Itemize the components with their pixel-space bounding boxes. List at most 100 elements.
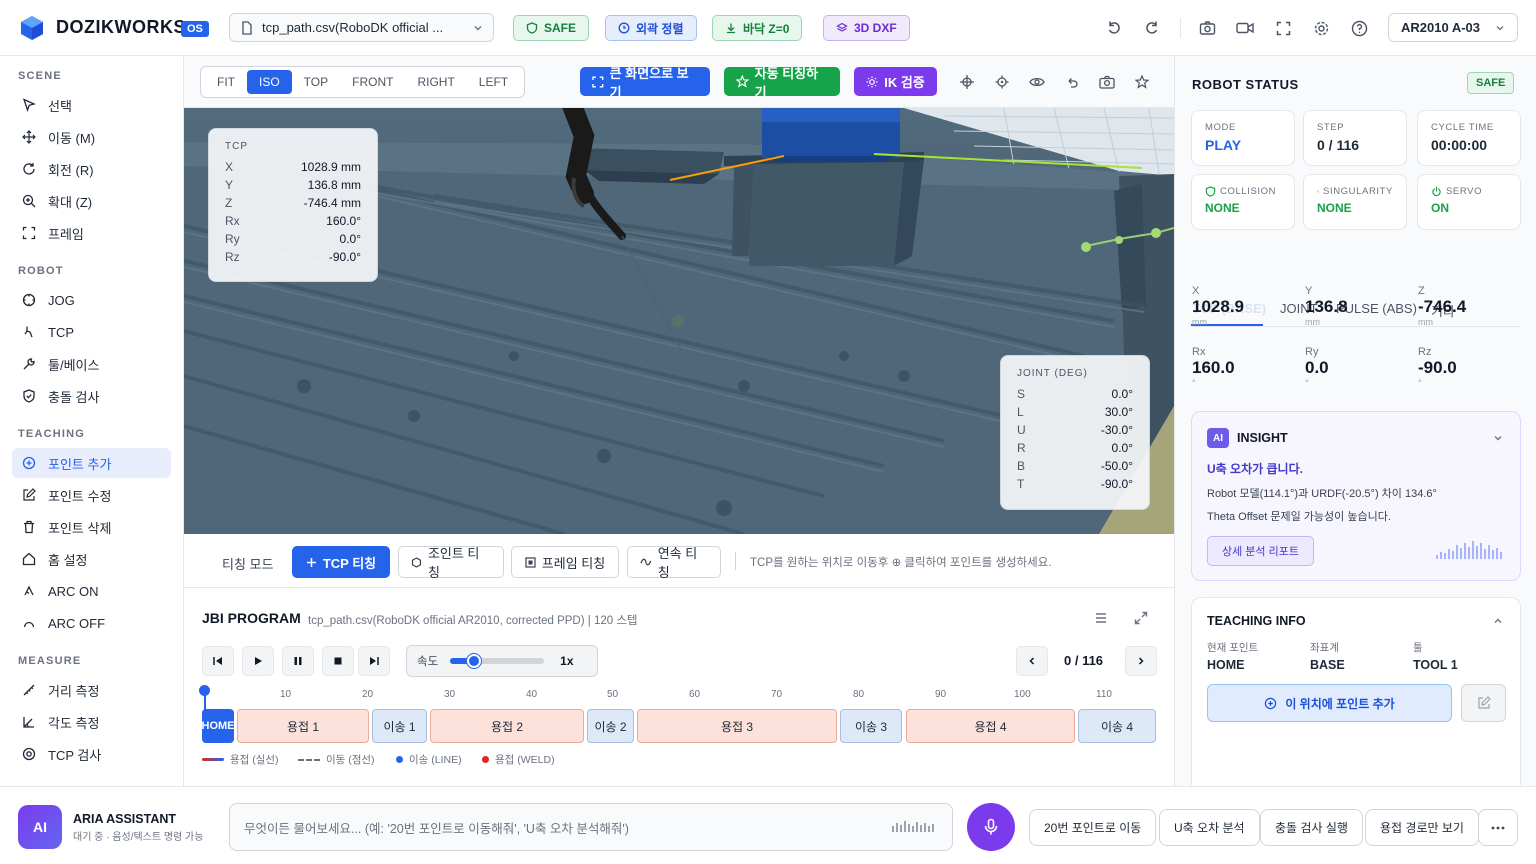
sidebar-item-tcp[interactable]: TCP	[12, 317, 171, 347]
sidebar-item-delete-point[interactable]: 포인트 삭제	[12, 512, 171, 542]
legend-label: 이송 (LINE)	[409, 754, 462, 766]
floor-z-pill[interactable]: 바닥 Z=0	[712, 15, 803, 41]
detail-report-button[interactable]: 상세 분석 리포트	[1207, 536, 1314, 566]
next-step-button[interactable]	[1125, 646, 1157, 676]
sidebar-item-arc-on[interactable]: ARC ON	[12, 576, 171, 606]
program-menu-button[interactable]	[1086, 603, 1116, 633]
play-button[interactable]	[242, 646, 274, 676]
assistant-input[interactable]: 무엇이든 물어보세요... (예: '20번 포인트로 이동해줘', 'U축 오…	[229, 803, 953, 851]
timeline-cursor[interactable]	[199, 685, 210, 696]
quick-action-u-axis-analysis[interactable]: U축 오차 분석	[1159, 809, 1260, 846]
target-tool-button[interactable]	[987, 67, 1017, 97]
prev-step-button[interactable]	[1016, 646, 1048, 676]
tcp-teach-button[interactable]: TCP 티칭	[292, 546, 390, 578]
frame-teach-button[interactable]: 프레임 티칭	[511, 546, 619, 578]
coord-label: Z	[1418, 285, 1425, 297]
segment-home[interactable]: HOME	[202, 709, 235, 743]
coord-x: X 1028.9 mm	[1192, 285, 1244, 327]
quick-action-weld-path-only[interactable]: 용접 경로만 보기	[1365, 809, 1479, 846]
sidebar-item-home[interactable]: 홈 설정	[12, 544, 171, 574]
view-fit-button[interactable]: FIT	[205, 70, 247, 94]
ik-check-button[interactable]: IK 검증	[854, 67, 937, 96]
sidebar-item-add-point[interactable]: 포인트 추가	[12, 448, 171, 478]
quick-action-collision-check[interactable]: 충돌 검사 실행	[1260, 809, 1363, 846]
add-point-here-button[interactable]: 이 위치에 포인트 추가	[1207, 684, 1452, 722]
joint-key: T	[1017, 477, 1025, 491]
camera-icon	[1099, 75, 1115, 89]
dxf-pill[interactable]: 3D DXF	[823, 15, 910, 41]
segment-weld-4[interactable]: 용접 4	[906, 709, 1075, 743]
continuous-teach-button[interactable]: 연속 티칭	[627, 546, 721, 580]
fullscreen-view-button[interactable]: 큰 화면으로 보기	[580, 66, 710, 100]
segment-weld-3[interactable]: 용접 3	[637, 709, 837, 743]
segment-move-2[interactable]: 이송 2	[587, 709, 634, 743]
status-card-value: ON	[1431, 201, 1449, 215]
sidebar-item-frame[interactable]: 프레임	[12, 218, 171, 248]
sidebar-item-rotate[interactable]: 회전 (R)	[12, 154, 171, 184]
segment-move-4[interactable]: 이송 4	[1078, 709, 1156, 743]
segment-weld-2[interactable]: 용접 2	[430, 709, 584, 743]
robot-select[interactable]: AR2010 A-03	[1388, 13, 1518, 42]
speed-slider-knob[interactable]	[466, 654, 481, 668]
favorite-view-button[interactable]	[1127, 67, 1157, 97]
joint-teach-button[interactable]: 조인트 티칭	[398, 546, 504, 580]
segment-move-3[interactable]: 이송 3	[840, 709, 902, 743]
tcp-row-z: Z -746.4 mm	[225, 194, 361, 212]
tcp-key: Ry	[225, 232, 240, 246]
file-select[interactable]: tcp_path.csv(RoboDK official ...	[229, 13, 494, 42]
visibility-button[interactable]	[1022, 67, 1052, 97]
view-capture-button[interactable]	[1092, 67, 1122, 97]
safe-pill[interactable]: SAFE	[513, 15, 590, 41]
sidebar-item-distance[interactable]: 거리 측정	[12, 675, 171, 705]
record-button[interactable]	[1230, 13, 1260, 43]
chevron-up-icon[interactable]	[1493, 616, 1503, 626]
more-actions-button[interactable]	[1478, 809, 1518, 846]
assistant-bar: AI ARIA ASSISTANT 대기 중 · 음성/텍스트 명령 가능 무엇…	[0, 786, 1536, 864]
sidebar-item-angle[interactable]: 각도 측정	[12, 707, 171, 737]
sidebar-item-zoom[interactable]: 확대 (Z)	[12, 186, 171, 216]
segment-move-1[interactable]: 이송 1	[372, 709, 427, 743]
view-right-button[interactable]: RIGHT	[405, 70, 466, 94]
sidebar-item-collision[interactable]: 충돌 검사	[12, 381, 171, 411]
settings-button[interactable]	[1306, 13, 1336, 43]
skip-end-button[interactable]	[358, 646, 390, 676]
view-undo-button[interactable]	[1057, 67, 1087, 97]
tab-pulse[interactable]: PULSE (ABS)	[1336, 301, 1417, 316]
edit-point-button[interactable]	[1461, 684, 1506, 722]
undo-button[interactable]	[1099, 13, 1129, 43]
segment-weld-1[interactable]: 용접 1	[237, 709, 369, 743]
gear-icon	[1314, 21, 1328, 35]
skip-start-button[interactable]	[202, 646, 234, 676]
sidebar-item-jog[interactable]: JOG	[12, 285, 171, 315]
speed-slider[interactable]	[450, 654, 545, 668]
sidebar-item-tcp-check[interactable]: TCP 검사	[12, 739, 171, 769]
sidebar-item-tool-base[interactable]: 툴/베이스	[12, 349, 171, 379]
quick-action-move-point-20[interactable]: 20번 포인트로 이동	[1029, 809, 1157, 846]
tcp-row-y: Y 136.8 mm	[225, 176, 361, 194]
sidebar-item-arc-off[interactable]: ARC OFF	[12, 608, 171, 638]
cursor-icon	[22, 98, 36, 112]
chevron-down-icon[interactable]	[1493, 433, 1503, 443]
screenshot-button[interactable]	[1192, 13, 1222, 43]
outline-align-pill[interactable]: 외곽 정렬	[605, 15, 697, 41]
help-button[interactable]	[1344, 13, 1374, 43]
auto-teach-button[interactable]: 자동 티칭하기	[724, 66, 840, 100]
insight-card: AI INSIGHT U축 오차가 큽니다. Robot 모델(114.1°)과…	[1191, 411, 1521, 581]
microphone-button[interactable]	[967, 803, 1015, 851]
sidebar-item-move[interactable]: 이동 (M)	[12, 122, 171, 152]
sidebar-item-select[interactable]: 선택	[12, 90, 171, 120]
view-front-button[interactable]: FRONT	[340, 70, 405, 94]
axis-tool-button[interactable]	[952, 67, 982, 97]
edit-icon	[23, 488, 36, 501]
sidebar-item-label: 포인트 삭제	[48, 520, 112, 536]
stop-button[interactable]	[322, 646, 354, 676]
fullscreen-button[interactable]	[1268, 13, 1298, 43]
program-expand-button[interactable]	[1126, 603, 1156, 633]
sidebar-item-edit-point[interactable]: 포인트 수정	[12, 480, 171, 510]
view-left-button[interactable]: LEFT	[467, 70, 520, 94]
pause-button[interactable]	[282, 646, 314, 676]
view-iso-button[interactable]: ISO	[247, 70, 292, 94]
sidebar-item-label: ARC OFF	[48, 615, 106, 631]
redo-button[interactable]	[1137, 13, 1167, 43]
view-top-button[interactable]: TOP	[292, 70, 340, 94]
